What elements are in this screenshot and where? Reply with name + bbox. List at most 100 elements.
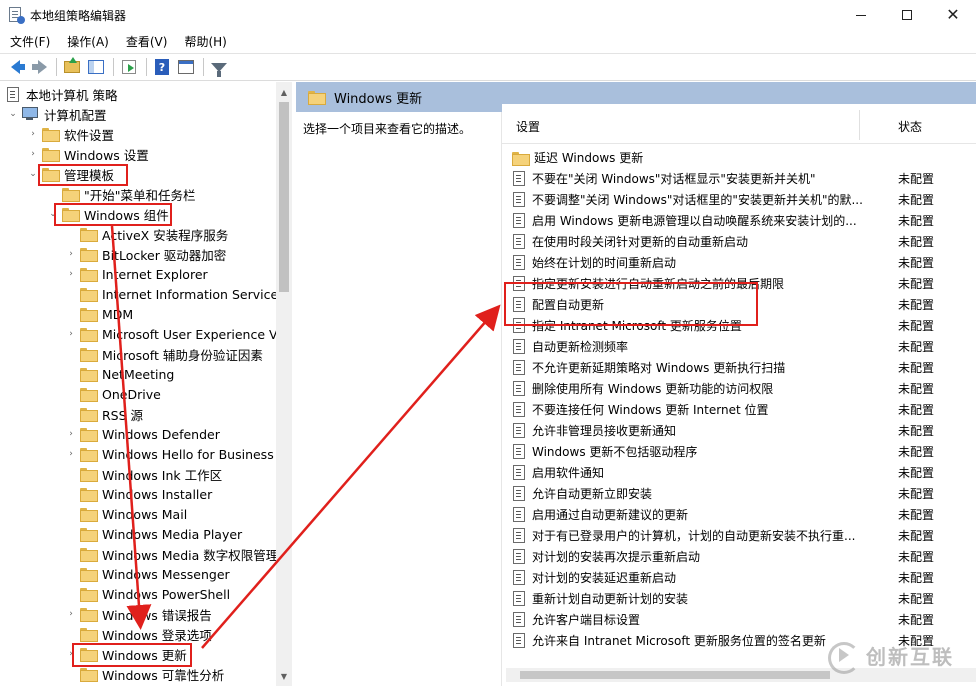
scroll-down-icon[interactable]: ▼ <box>276 668 292 684</box>
up-level-button[interactable] <box>61 56 83 78</box>
tree-item[interactable]: › Internet Explorer <box>66 264 208 284</box>
chevron-right-icon[interactable]: › <box>28 124 38 144</box>
list-item-policy[interactable]: Windows 更新不包括驱动程序 未配置 <box>512 441 962 462</box>
tree-item-windows-update[interactable]: › Windows 更新 <box>66 644 187 664</box>
list-item-policy[interactable]: 删除使用所有 Windows 更新功能的访问权限 未配置 <box>512 378 962 399</box>
tree-scrollbar[interactable]: ▲ ▼ <box>276 82 292 686</box>
minimize-button[interactable] <box>838 0 884 30</box>
tree-item[interactable]: Windows Mail <box>66 504 187 524</box>
tree-item[interactable]: Windows Installer <box>66 484 212 504</box>
list-item-policy[interactable]: 不要调整"关闭 Windows"对话框里的"安装更新并关机"的默... 未配置 <box>512 189 962 210</box>
setting-state: 未配置 <box>898 172 935 186</box>
tree-item[interactable]: Windows 可靠性分析 <box>66 664 224 684</box>
tree-item-admin-templates[interactable]: ⌄ 管理模板 <box>28 164 114 184</box>
list-item-policy[interactable]: 允许客户端目标设置 未配置 <box>512 609 962 630</box>
tree-item[interactable]: › Windows 错误报告 <box>66 604 212 624</box>
tree-item[interactable]: Windows Ink 工作区 <box>66 464 222 484</box>
setting-name: 不要调整"关闭 Windows"对话框里的"安装更新并关机"的默... <box>532 193 863 207</box>
list-item-policy[interactable]: 对计划的安装再次提示重新启动 未配置 <box>512 546 962 567</box>
filter-button[interactable] <box>208 56 230 78</box>
chevron-right-icon[interactable]: › <box>28 144 38 164</box>
list-item-policy[interactable]: 对计划的安装延迟重新启动 未配置 <box>512 567 962 588</box>
folder-icon <box>80 368 98 382</box>
show-hide-tree-button[interactable] <box>85 56 107 78</box>
chevron-right-icon[interactable]: › <box>66 244 76 264</box>
chevron-right-icon[interactable]: › <box>66 444 76 464</box>
column-header-setting[interactable]: 设置 <box>516 118 540 135</box>
back-button[interactable] <box>4 56 26 78</box>
tree-item[interactable]: › Windows Defender <box>66 424 220 444</box>
maximize-button[interactable] <box>884 0 930 30</box>
setting-name: 对于有已登录用户的计算机，计划的自动更新安装不执行重... <box>532 529 856 543</box>
list-item-policy[interactable]: 启用通过自动更新建议的更新 未配置 <box>512 504 962 525</box>
menu-help[interactable]: 帮助(H) <box>174 33 233 50</box>
toolbar-separator <box>56 58 57 76</box>
list-item-policy[interactable]: 不允许更新延期策略对 Windows 更新执行扫描 未配置 <box>512 357 962 378</box>
tree-item-start-menu[interactable]: "开始"菜单和任务栏 <box>48 184 196 204</box>
column-divider[interactable] <box>859 110 860 140</box>
forward-button[interactable] <box>28 56 50 78</box>
tree-item[interactable]: › Windows Hello for Business <box>66 444 274 464</box>
folder-icon <box>62 188 80 202</box>
menu-view[interactable]: 查看(V) <box>116 33 175 50</box>
tree-item[interactable]: MDM <box>66 304 133 324</box>
horizontal-scrollbar[interactable] <box>506 668 976 682</box>
policy-editor-icon <box>8 7 25 24</box>
list-item-policy[interactable]: 指定 Intranet Microsoft 更新服务位置 未配置 <box>512 315 962 336</box>
folder-icon <box>80 288 98 302</box>
tree-item-label: Windows Media Player <box>102 526 243 542</box>
tree-item[interactable]: RSS 源 <box>66 404 143 424</box>
list-item-policy[interactable]: 允许自动更新立即安装 未配置 <box>512 483 962 504</box>
tree-item[interactable]: ActiveX 安装程序服务 <box>66 224 228 244</box>
tree-item[interactable]: Internet Information Services <box>66 284 285 304</box>
tree-item-software-settings[interactable]: › 软件设置 <box>28 124 114 144</box>
close-button[interactable]: ✕ <box>930 0 976 30</box>
column-header-state[interactable]: 状态 <box>898 118 922 135</box>
menu-action[interactable]: 操作(A) <box>57 33 116 50</box>
chevron-right-icon[interactable]: › <box>66 324 76 344</box>
list-item-policy[interactable]: 始终在计划的时间重新启动 未配置 <box>512 252 962 273</box>
tree-item-windows-components[interactable]: ⌄ Windows 组件 <box>48 204 169 224</box>
list-item-policy[interactable]: 启用软件通知 未配置 <box>512 462 962 483</box>
tree-item[interactable]: Windows Messenger <box>66 564 230 584</box>
list-item-policy[interactable]: 指定更新安装进行自动重新启动之前的最后期限 未配置 <box>512 273 962 294</box>
scroll-thumb[interactable] <box>520 671 830 679</box>
chevron-down-icon[interactable]: ⌄ <box>8 104 18 124</box>
chevron-right-icon[interactable]: › <box>66 424 76 444</box>
list-item-policy[interactable]: 允许非管理员接收更新通知 未配置 <box>512 420 962 441</box>
tree-item[interactable]: Windows Media 数字权限管理 <box>66 544 278 564</box>
tree-item[interactable]: OneDrive <box>66 384 161 404</box>
list-item-policy[interactable]: 在使用时段关闭针对更新的自动重新启动 未配置 <box>512 231 962 252</box>
list-item-folder[interactable]: 延迟 Windows 更新 <box>512 147 962 168</box>
tree-item[interactable]: Windows 登录选项 <box>66 624 212 644</box>
chevron-down-icon[interactable]: ⌄ <box>48 204 58 224</box>
chevron-down-icon[interactable]: ⌄ <box>28 164 38 184</box>
tree-item[interactable]: Windows Media Player <box>66 524 242 544</box>
tree-item-computer-config[interactable]: ⌄ 计算机配置 <box>8 104 107 124</box>
list-item-policy[interactable]: 不要在"关闭 Windows"对话框显示"安装更新并关机" 未配置 <box>512 168 962 189</box>
scroll-up-icon[interactable]: ▲ <box>276 84 292 100</box>
tree-item[interactable]: NetMeeting <box>66 364 174 384</box>
list-item-policy[interactable]: 对于有已登录用户的计算机，计划的自动更新安装不执行重... 未配置 <box>512 525 962 546</box>
properties-button[interactable] <box>175 56 197 78</box>
list-item-policy[interactable]: 配置自动更新 未配置 <box>512 294 962 315</box>
list-item-policy[interactable]: 自动更新检测频率 未配置 <box>512 336 962 357</box>
chevron-right-icon[interactable]: › <box>66 264 76 284</box>
tree-item-windows-settings[interactable]: › Windows 设置 <box>28 144 149 164</box>
tree-item[interactable]: › BitLocker 驱动器加密 <box>66 244 226 264</box>
tree-item-label: Windows 可靠性分析 <box>102 667 225 683</box>
chevron-right-icon[interactable]: › <box>66 604 76 624</box>
tree-item-local-policy[interactable]: 本地计算机 策略 <box>6 84 117 104</box>
list-item-policy[interactable]: 不要连接任何 Windows 更新 Internet 位置 未配置 <box>512 399 962 420</box>
tree-item[interactable]: › Microsoft User Experience Vir <box>66 324 286 344</box>
help-button[interactable]: ? <box>151 56 173 78</box>
policy-setting-icon <box>512 171 526 186</box>
chevron-right-icon[interactable]: › <box>66 644 76 664</box>
export-list-button[interactable] <box>118 56 140 78</box>
tree-item[interactable]: Windows PowerShell <box>66 584 230 604</box>
scroll-thumb[interactable] <box>279 102 289 292</box>
list-item-policy[interactable]: 重新计划自动更新计划的安装 未配置 <box>512 588 962 609</box>
list-item-policy[interactable]: 启用 Windows 更新电源管理以自动唤醒系统来安装计划的... 未配置 <box>512 210 962 231</box>
tree-item[interactable]: Microsoft 辅助身份验证因素 <box>66 344 263 364</box>
menu-file[interactable]: 文件(F) <box>0 33 57 50</box>
